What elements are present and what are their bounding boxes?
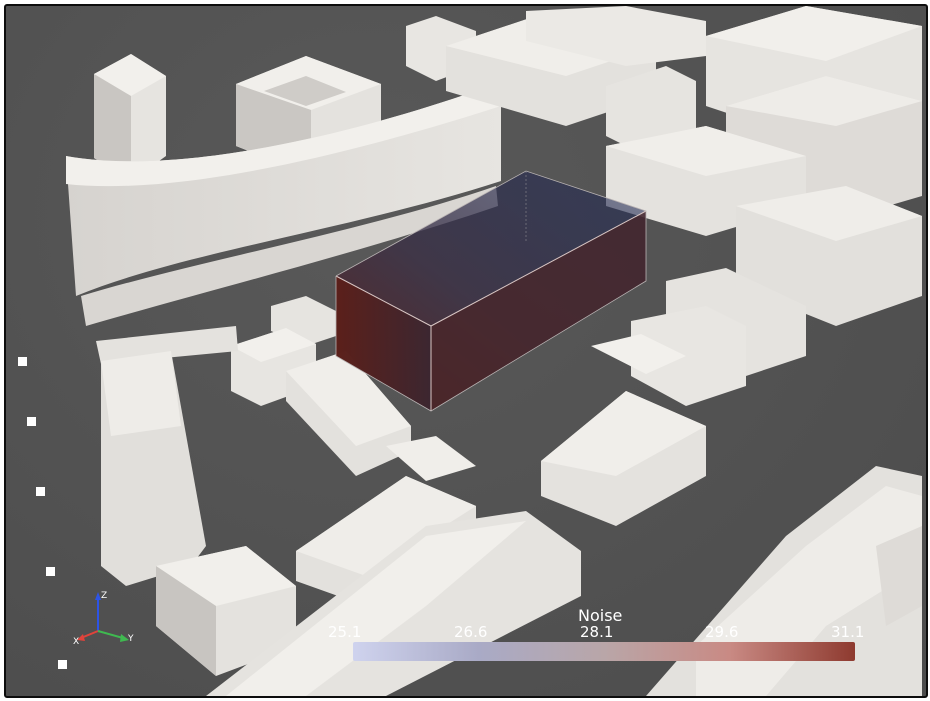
marker-1 xyxy=(18,357,27,366)
marker-4 xyxy=(46,567,55,576)
y-axis-label: Y xyxy=(127,634,134,644)
legend-tick-1: 25.1 xyxy=(328,623,362,641)
orientation-axes: Z X Y xyxy=(73,591,134,646)
z-axis-label: Z xyxy=(101,591,107,601)
legend-tick-3: 28.1 xyxy=(580,623,614,641)
x-axis-label: X xyxy=(73,637,79,646)
render-view[interactable]: Z X Y Noise 25.1 26.6 28.1 29.6 31.1 xyxy=(4,4,928,698)
legend-tick-5: 31.1 xyxy=(831,623,865,641)
legend-tick-2: 26.6 xyxy=(454,623,488,641)
city-scene[interactable] xyxy=(6,6,926,696)
marker-2 xyxy=(27,417,36,426)
marker-5 xyxy=(58,660,67,669)
legend-tick-4: 29.6 xyxy=(705,623,739,641)
legend-colorbar xyxy=(353,642,855,661)
marker-3 xyxy=(36,487,45,496)
y-axis-line xyxy=(97,630,124,639)
